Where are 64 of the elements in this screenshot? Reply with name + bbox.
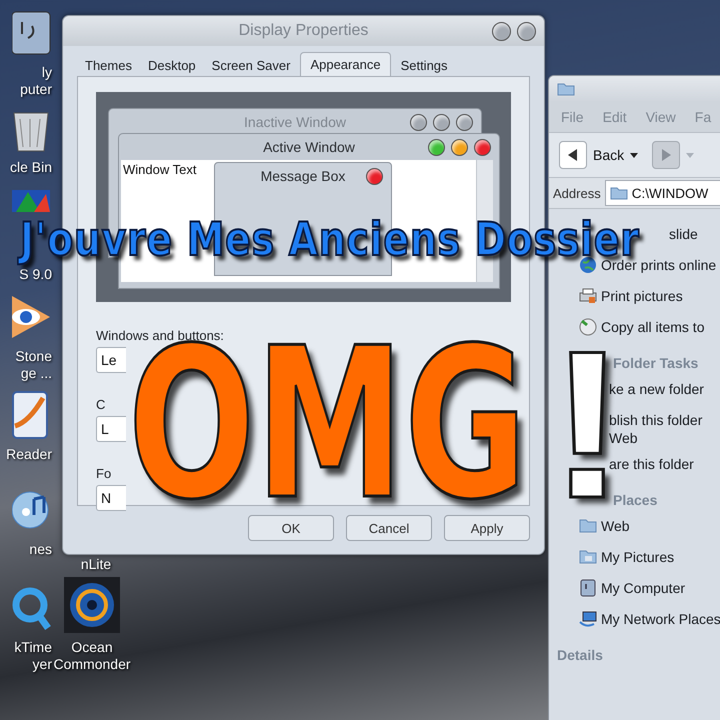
disc-icon	[579, 318, 597, 336]
icon-label: Stone	[15, 348, 52, 365]
folder-icon	[610, 186, 628, 200]
tab[interactable]: Screen Saver	[206, 53, 296, 76]
task-link[interactable]: Web	[601, 517, 630, 535]
dialog-button[interactable]: Apply	[444, 515, 530, 541]
app-icon[interactable]	[12, 188, 52, 212]
dropdown-field[interactable]: L	[96, 416, 126, 442]
window-title: Active Window	[263, 139, 355, 155]
field-label: C	[96, 397, 106, 412]
icon-label: ly	[40, 64, 52, 81]
close-button[interactable]	[517, 22, 536, 40]
dialog-button[interactable]: Cancel	[346, 515, 432, 541]
task-link[interactable]: Copy all items to	[601, 318, 704, 336]
address-label: Address	[553, 186, 601, 200]
icon-label: S 9.0	[19, 266, 52, 283]
target-icon[interactable]	[64, 577, 120, 633]
icon-label: puter	[20, 81, 52, 98]
icon-label: nLite	[80, 556, 112, 573]
icon-label: Ocean	[70, 639, 114, 656]
icon-label: Commonder	[53, 656, 131, 673]
network-computer-icon	[579, 610, 597, 628]
tab[interactable]: Themes	[79, 53, 138, 76]
left-arrow-icon	[568, 149, 578, 161]
caret-icon	[630, 152, 638, 158]
task-link[interactable]: My Pictures	[601, 548, 674, 566]
exclamation-mark: !	[549, 345, 606, 505]
folder-icon	[579, 517, 597, 533]
dialog-button[interactable]: OK	[248, 515, 334, 541]
tab[interactable]: Appearance	[300, 52, 391, 77]
address-field[interactable]: C:\WINDOW	[604, 180, 720, 206]
task-link[interactable]: slide	[669, 225, 698, 243]
printer-icon	[579, 287, 597, 305]
icon-label: yer	[32, 656, 52, 673]
forward-button[interactable]	[652, 141, 680, 169]
back-button[interactable]: Back	[559, 140, 646, 170]
task-link[interactable]: blish this folder	[609, 411, 702, 429]
window-text: Window Text	[123, 162, 196, 177]
window-button[interactable]	[492, 22, 511, 40]
task-link[interactable]: ke a new folder	[609, 380, 704, 398]
task-link[interactable]: Print pictures	[601, 287, 683, 305]
dropdown-field[interactable]: Le	[96, 347, 126, 373]
dropdown-field[interactable]: N	[96, 485, 126, 511]
picture-folder-icon	[579, 548, 597, 564]
task-link[interactable]: My Computer	[601, 579, 686, 597]
icon-label: cle Bin	[10, 159, 52, 176]
icon-label: nes	[29, 541, 52, 558]
right-arrow-icon	[661, 149, 672, 161]
field-label: Windows and buttons:	[96, 328, 224, 343]
icon-label: kTime	[14, 639, 52, 656]
tab[interactable]: Settings	[394, 53, 454, 76]
icon-label: ge ...	[20, 365, 52, 382]
computer-icon	[579, 579, 597, 597]
task-link[interactable]: My Network Places	[601, 610, 720, 628]
folder-icon	[557, 82, 575, 96]
q-letter-icon[interactable]	[12, 585, 52, 633]
field-label: Fo	[96, 466, 112, 481]
window-title: Display Properties	[238, 22, 368, 40]
tab[interactable]: Desktop	[142, 53, 202, 76]
task-link[interactable]: are this folder	[609, 455, 694, 473]
icon-label: Reader	[6, 446, 52, 463]
task-link[interactable]: Web	[609, 429, 702, 447]
window-title: Message Box	[260, 168, 346, 184]
window-title: Inactive Window	[244, 114, 346, 130]
